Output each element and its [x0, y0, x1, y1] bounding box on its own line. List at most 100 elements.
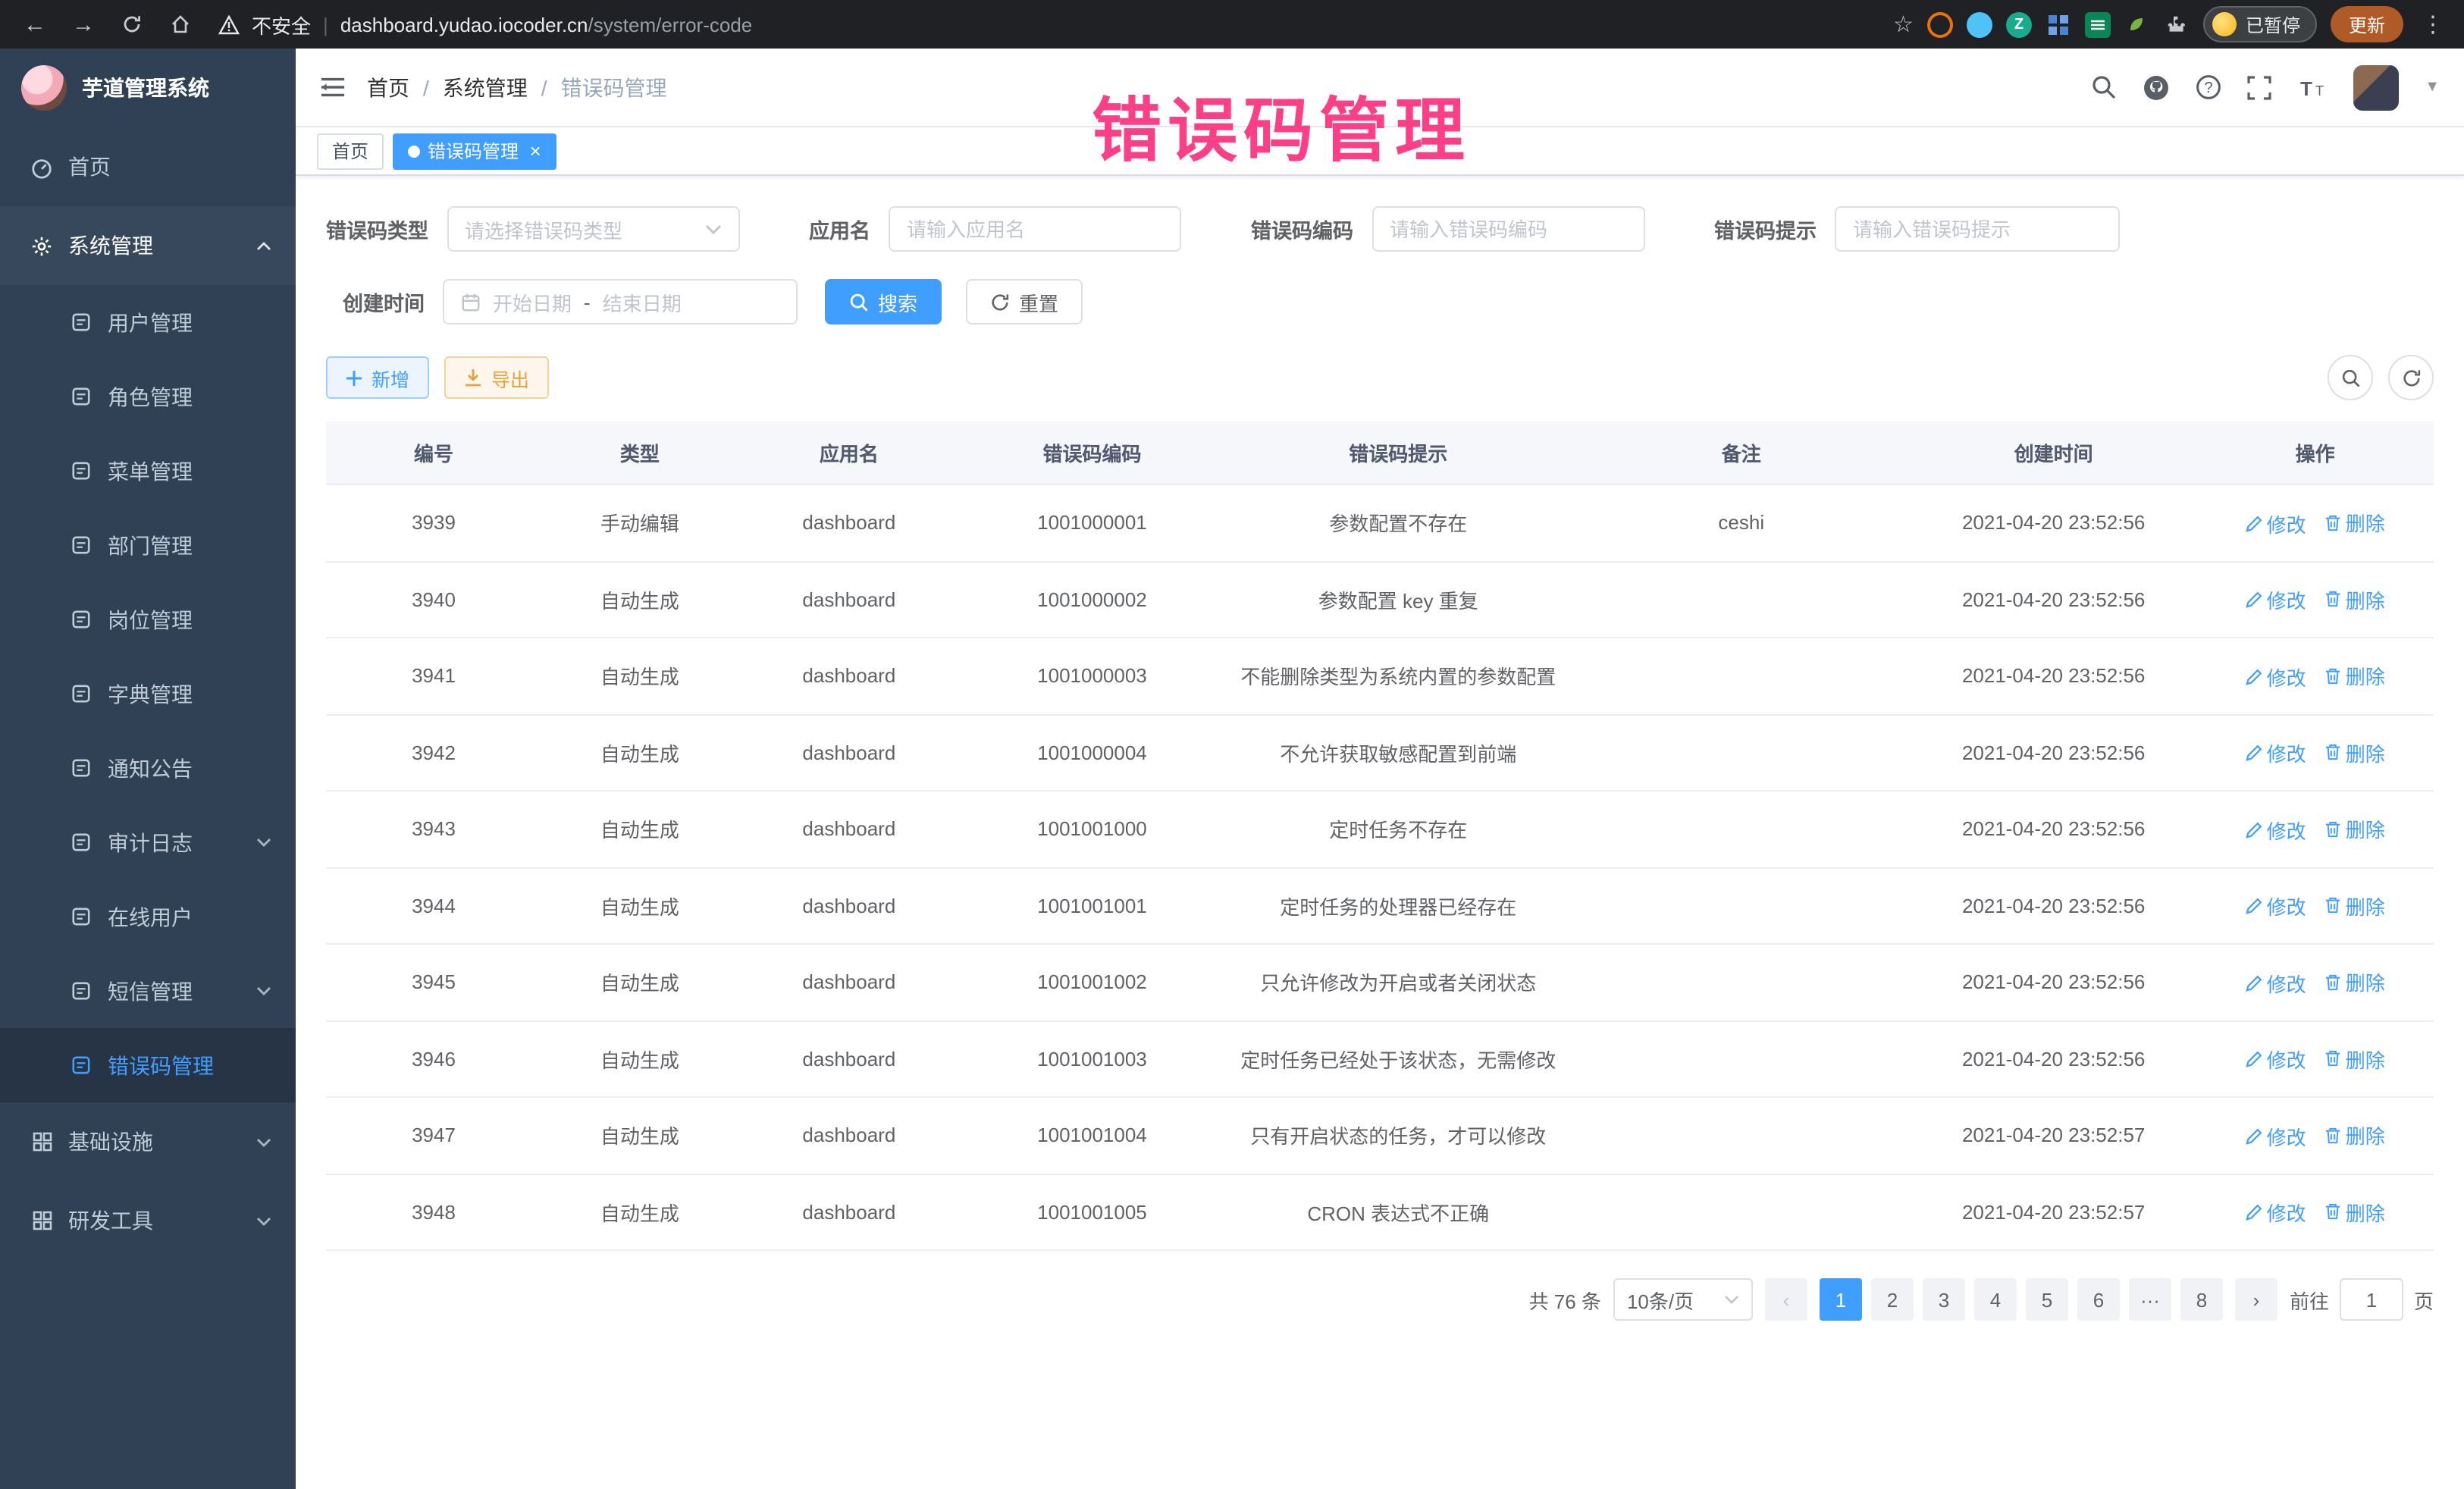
screen: ← → 不安全 | dashboard.yudao.iocoder.cn/sys… [0, 0, 2464, 1489]
extension-z-icon[interactable]: Z [2006, 11, 2032, 37]
help-icon[interactable]: ? [2196, 74, 2221, 100]
delete-button[interactable]: 删除 [2324, 814, 2385, 843]
delete-button[interactable]: 删除 [2324, 738, 2385, 766]
date-range-picker[interactable]: 开始日期 - 结束日期 [443, 279, 798, 324]
page-size-select[interactable]: 10条/页 [1613, 1278, 1753, 1321]
sidebar-item[interactable]: 在线用户 [0, 879, 296, 954]
sidebar-item[interactable]: 角色管理 [0, 359, 296, 434]
sidebar-item[interactable]: 部门管理 [0, 508, 296, 582]
update-button[interactable]: 更新 [2331, 6, 2403, 42]
edit-button[interactable]: 修改 [2246, 815, 2306, 844]
sidebar-item[interactable]: 研发工具 [0, 1181, 296, 1260]
font-size-icon[interactable]: TT [2297, 75, 2328, 99]
sidebar-item[interactable]: 字典管理 [0, 657, 296, 731]
table-head: 编号类型应用名错误码编码错误码提示备注创建时间操作 [326, 422, 2434, 484]
error-type-select[interactable]: 请选择错误码类型 [447, 206, 739, 252]
page-button[interactable]: 2 [1871, 1278, 1914, 1321]
collapse-sidebar-icon[interactable] [320, 76, 346, 99]
github-icon[interactable] [2143, 74, 2170, 101]
edit-button[interactable]: 修改 [2246, 662, 2306, 691]
bookmark-star-icon[interactable]: ☆ [1893, 11, 1914, 38]
delete-button[interactable]: 删除 [2324, 967, 2385, 996]
search-button[interactable]: 搜索 [825, 279, 942, 324]
browser-menu-icon[interactable]: ⋮ [2417, 11, 2449, 38]
address-bar[interactable]: 不安全 | dashboard.yudao.iocoder.cn/system/… [218, 10, 1884, 39]
reload-icon[interactable] [112, 5, 152, 44]
page-button[interactable]: 5 [2026, 1278, 2068, 1321]
page-button[interactable]: ··· [2129, 1278, 2171, 1321]
delete-button[interactable]: 删除 [2324, 661, 2385, 690]
fullscreen-icon[interactable] [2247, 75, 2271, 99]
page-button[interactable]: 1 [1820, 1278, 1862, 1321]
delete-button[interactable]: 删除 [2324, 1044, 2385, 1073]
sidebar-item-home[interactable]: 首页 [0, 127, 296, 206]
extension-leaf-icon[interactable] [2124, 11, 2150, 37]
sidebar-item[interactable]: 基础设施 [0, 1102, 296, 1181]
edit-button[interactable]: 修改 [2246, 968, 2306, 997]
extension-grid-icon[interactable] [2045, 11, 2071, 37]
sidebar-item[interactable]: 用户管理 [0, 285, 296, 359]
view-tab[interactable]: 首页 × [317, 133, 384, 169]
page-button[interactable]: 6 [2077, 1278, 2120, 1321]
column-header: 错误码提示 [1224, 422, 1572, 484]
edit-button[interactable]: 修改 [2246, 1045, 2306, 1074]
breadcrumb-home[interactable]: 首页 [367, 72, 409, 102]
page-button[interactable]: 4 [1974, 1278, 2017, 1321]
edit-button[interactable]: 修改 [2246, 1198, 2306, 1227]
breadcrumb-system[interactable]: 系统管理 [443, 72, 528, 102]
edit-button[interactable]: 修改 [2246, 892, 2306, 920]
reset-button[interactable]: 重置 [966, 279, 1083, 324]
cell-operations: 修改 删除 [2196, 484, 2434, 561]
error-hint-input[interactable] [1853, 218, 2102, 240]
app-logo[interactable]: 芋道管理系统 [0, 49, 296, 127]
page-button[interactable]: 3 [1923, 1278, 1965, 1321]
add-button[interactable]: 新增 [326, 356, 429, 399]
cell-code: 1001001003 [960, 1020, 1224, 1097]
sidebar-item[interactable]: 菜单管理 [0, 434, 296, 508]
column-header: 应用名 [738, 422, 960, 484]
security-warning-icon[interactable] [218, 14, 240, 34]
prev-page-button[interactable]: ‹ [1765, 1278, 1807, 1321]
search-icon[interactable] [2091, 74, 2117, 100]
refresh-table-icon[interactable] [2388, 355, 2434, 400]
delete-button[interactable]: 删除 [2324, 1121, 2385, 1149]
delete-button[interactable]: 删除 [2324, 585, 2385, 613]
extension-green-badge-icon[interactable] [2085, 11, 2111, 37]
goto-page-input[interactable] [2340, 1278, 2403, 1321]
extensions-puzzle-icon[interactable] [2164, 11, 2190, 37]
sidebar-item[interactable]: 短信管理 [0, 954, 296, 1028]
avatar-caret-icon[interactable]: ▼ [2425, 79, 2440, 96]
edit-button[interactable]: 修改 [2246, 1121, 2306, 1150]
extension-ring-icon[interactable] [1927, 11, 1953, 37]
home-icon[interactable] [161, 5, 200, 44]
toggle-search-icon[interactable] [2328, 355, 2373, 400]
cell-app: dashboard [738, 638, 960, 714]
view-tab[interactable]: 错误码管理 × [393, 133, 556, 169]
page-button[interactable]: 8 [2180, 1278, 2223, 1321]
delete-button[interactable]: 删除 [2324, 891, 2385, 920]
forward-icon[interactable]: → [64, 5, 103, 44]
header-actions: ? TT ▼ [2091, 64, 2440, 110]
user-avatar[interactable] [2353, 64, 2399, 110]
close-icon[interactable]: × [526, 141, 541, 161]
app-name-input[interactable] [907, 218, 1163, 240]
edit-button[interactable]: 修改 [2246, 738, 2306, 767]
pencil-icon [2246, 821, 2262, 838]
error-code-input[interactable] [1390, 218, 1626, 240]
delete-button[interactable]: 删除 [2324, 508, 2385, 537]
sidebar-item[interactable]: 审计日志 [0, 805, 296, 879]
sidebar-item[interactable]: 通知公告 [0, 731, 296, 805]
sidebar-item-system[interactable]: 系统管理 [0, 206, 296, 285]
back-icon[interactable]: ← [15, 5, 55, 44]
sidebar-item[interactable]: 岗位管理 [0, 582, 296, 657]
delete-button[interactable]: 删除 [2324, 1197, 2385, 1226]
edit-button[interactable]: 修改 [2246, 509, 2306, 538]
cell-remark [1572, 944, 1911, 1020]
profile-paused-chip[interactable]: 已暂停 [2203, 6, 2317, 42]
extension-drop-icon[interactable] [1967, 11, 1992, 37]
edit-button[interactable]: 修改 [2246, 585, 2306, 614]
export-button[interactable]: 导出 [444, 356, 549, 399]
sidebar-item[interactable]: 错误码管理 [0, 1028, 296, 1102]
next-page-button[interactable]: › [2235, 1278, 2277, 1321]
cell-type: 自动生成 [541, 1097, 738, 1174]
